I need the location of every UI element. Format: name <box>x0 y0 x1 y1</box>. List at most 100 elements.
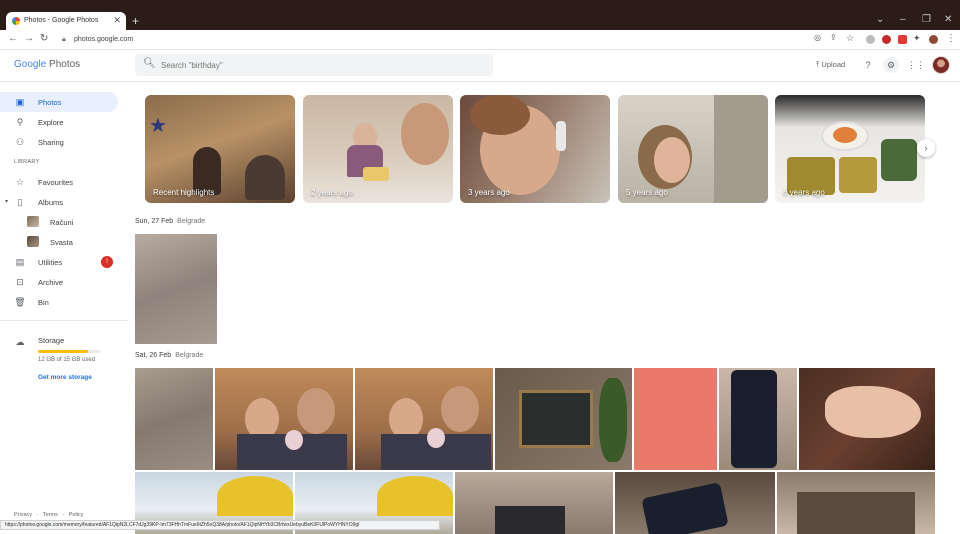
extension-icon[interactable] <box>882 35 891 44</box>
photo-phone <box>731 370 777 468</box>
memory-card[interactable]: 6 years ago <box>775 95 925 203</box>
photo-thumbnail[interactable] <box>455 472 613 534</box>
sidebar-item-archive[interactable]: ⊡ Archive <box>0 272 118 292</box>
memory-figure <box>470 95 530 135</box>
menu-dots-icon[interactable]: ⋮ <box>946 33 956 44</box>
extension-icon[interactable] <box>866 35 875 44</box>
star-decoration-icon: ★ <box>149 115 167 137</box>
memory-card[interactable]: 3 years ago <box>460 95 610 203</box>
sidebar-item-utilities[interactable]: ▤ Utilities ! <box>0 252 118 272</box>
sidebar-item-label: Albums <box>38 198 64 207</box>
photo-thumbnail[interactable] <box>135 368 213 470</box>
location-label: Belgrade <box>175 352 204 359</box>
policy-link[interactable]: Policy <box>69 512 84 518</box>
extension-icon[interactable] <box>898 35 907 44</box>
privacy-link[interactable]: Privacy <box>14 512 32 518</box>
expand-arrow-icon[interactable]: ▾ <box>5 198 8 205</box>
photo-phone <box>641 482 729 534</box>
close-tab-icon[interactable]: ✕ <box>113 15 121 26</box>
back-icon[interactable]: ← <box>8 33 18 44</box>
sidebar-item-explore[interactable]: ⚲ Explore <box>0 112 118 132</box>
search-input[interactable] <box>161 59 461 71</box>
reload-icon[interactable]: ↻ <box>40 33 48 44</box>
album-icon: ▯ <box>17 197 23 207</box>
photo-thumbnail[interactable] <box>634 368 717 470</box>
photo-thumbnail[interactable] <box>615 472 775 534</box>
google-photos-logo[interactable]: Google Photos <box>14 59 80 70</box>
bookmark-star-icon[interactable]: ☆ <box>846 33 854 44</box>
sidebar-item-label: Favourites <box>38 178 74 187</box>
album-thumbnail <box>27 216 39 227</box>
sidebar-item-storage[interactable]: ☁ Storage <box>0 332 118 352</box>
lock-icon: 🔒︎ <box>62 36 66 43</box>
utilities-icon: ▤ <box>15 257 25 267</box>
photo-hand <box>825 386 921 438</box>
sidebar-footer: Privacy · Terms · Policy <box>14 512 83 518</box>
sidebar-album-svasta[interactable]: Svasta <box>0 232 118 252</box>
star-icon: ☆ <box>15 177 25 187</box>
search-icon[interactable]: 🔍︎ <box>143 58 156 69</box>
account-avatar[interactable] <box>932 56 950 74</box>
google-lens-icon[interactable]: ◎ <box>814 33 821 42</box>
memory-cake <box>363 167 389 181</box>
sidebar-album-racuni[interactable]: Računi <box>0 212 118 232</box>
photo-thumbnail[interactable] <box>135 234 217 344</box>
help-icon[interactable]: ? <box>860 57 876 73</box>
sidebar-item-albums[interactable]: ▾ ▯ Albums <box>0 192 118 212</box>
tab-search-icon[interactable]: ⌄ <box>876 14 884 25</box>
sidebar-item-photos[interactable]: ▣ Photos <box>0 92 118 112</box>
memory-card[interactable]: 2 years ago <box>303 95 453 203</box>
sidebar-item-label: Explore <box>38 118 64 127</box>
sidebar-item-bin[interactable]: 🗑︎ Bin <box>0 292 118 312</box>
date-header[interactable]: Sat, 26 Feb Belgrade <box>135 352 203 359</box>
sidebar-divider <box>0 320 128 321</box>
sidebar-item-label: Bin <box>38 298 49 307</box>
puzzle-icon[interactable]: ✦ <box>913 33 921 44</box>
search-icon: ⚲ <box>16 117 24 127</box>
restore-icon[interactable]: ❐ <box>922 14 931 25</box>
trash-icon: 🗑︎ <box>14 297 26 307</box>
new-tab-icon[interactable]: + <box>132 14 139 28</box>
memory-label: 3 years ago <box>468 188 510 197</box>
date-header[interactable]: Sun, 27 Feb Belgrade <box>135 218 205 225</box>
profile-icon[interactable] <box>929 35 938 44</box>
alert-badge: ! <box>101 256 113 268</box>
app-header: Google Photos 🔍︎ ⤒ Upload ? ⚙ ⋮⋮ <box>0 50 960 82</box>
search-bar[interactable]: 🔍︎ <box>135 54 493 76</box>
photo-thumbnail[interactable] <box>355 368 493 470</box>
memory-card[interactable]: 5 years ago <box>618 95 768 203</box>
google-photos-app: Google Photos 🔍︎ ⤒ Upload ? ⚙ ⋮⋮ ▣ Photo… <box>0 50 960 534</box>
photo-thumbnail[interactable] <box>215 368 353 470</box>
photo-plant <box>599 378 627 462</box>
photo-object <box>797 492 915 534</box>
photo-thumbnail[interactable] <box>777 472 935 534</box>
close-window-icon[interactable]: ✕ <box>944 14 952 25</box>
sidebar-item-favourites[interactable]: ☆ Favourites <box>0 172 118 192</box>
photo-thumbnail[interactable] <box>495 368 632 470</box>
photo-object <box>495 506 565 534</box>
carousel-next-button[interactable]: › <box>917 139 935 157</box>
photo-thumbnail[interactable] <box>719 368 797 470</box>
upload-button[interactable]: ⤒ Upload <box>816 60 845 70</box>
sidebar-item-label: Photos <box>38 98 62 107</box>
forward-icon[interactable]: → <box>24 33 34 44</box>
sidebar: ▣ Photos ⚲ Explore ⚇ Sharing LIBRARY ☆ F… <box>0 82 128 534</box>
memory-label: Recent highlights <box>153 188 215 197</box>
minimize-icon[interactable]: – <box>900 14 906 25</box>
library-label: LIBRARY <box>14 159 40 165</box>
sidebar-item-sharing[interactable]: ⚇ Sharing <box>0 132 118 152</box>
upload-label: Upload <box>821 60 846 69</box>
terms-link[interactable]: Terms <box>43 512 58 518</box>
cloud-icon: ☁ <box>15 337 25 347</box>
settings-icon[interactable]: ⚙ <box>883 57 899 73</box>
archive-icon: ⊡ <box>16 277 24 287</box>
share-icon[interactable]: ⇪ <box>830 33 837 42</box>
apps-grid-icon[interactable]: ⋮⋮ <box>907 57 925 73</box>
address-bar[interactable]: 🔒︎ photos.google.com <box>62 33 812 47</box>
browser-tab[interactable]: Photos - Google Photos ✕ <box>6 12 126 30</box>
photo-thumbnail[interactable] <box>799 368 935 470</box>
memory-card[interactable]: ★ Recent highlights <box>145 95 295 203</box>
get-more-storage-link[interactable]: Get more storage <box>38 374 92 381</box>
photo-figure <box>441 386 479 432</box>
storage-bar-fill <box>38 350 88 353</box>
